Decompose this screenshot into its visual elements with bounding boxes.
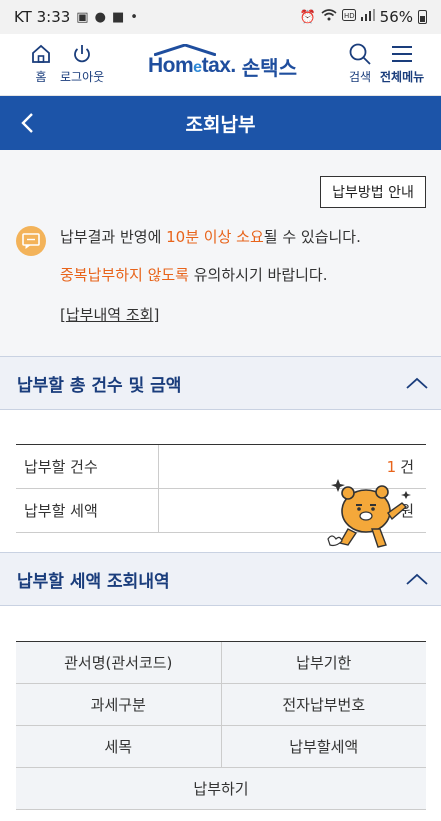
col-office-name: 관서명(관서코드) <box>64 654 173 672</box>
notice-line-2: 중복납부하지 않도록 유의하시기 바랍니다. <box>60 266 328 284</box>
home-button[interactable]: 홈 <box>28 42 54 85</box>
summary-count-label: 납부할 건수 <box>16 445 159 488</box>
home-label: 홈 <box>35 70 47 84</box>
battery-text: 56% <box>379 8 413 26</box>
logo-en: Hometax. <box>148 44 236 78</box>
messenger-icon: ● <box>94 9 106 25</box>
table-row: 세목 납부할세액 <box>16 726 426 768</box>
logo-kr: 손택스 <box>241 55 297 80</box>
search-icon <box>347 42 373 66</box>
detail-section-header[interactable]: 납부할 세액 조회내역 <box>0 552 441 606</box>
dot-icon: • <box>130 9 138 25</box>
summary-section-title: 납부할 총 건수 및 금액 <box>17 375 182 396</box>
page-title: 조회납부 <box>185 113 256 136</box>
payment-history-link[interactable]: [납부내역 조회] <box>60 304 159 325</box>
summary-amount-label: 납부할 세액 <box>16 489 159 532</box>
col-pay-action: 납부하기 <box>193 780 249 798</box>
battery-icon <box>418 10 427 24</box>
summary-section-header[interactable]: 납부할 총 건수 및 금액 <box>0 356 441 410</box>
full-menu-button[interactable]: 전체메뉴 <box>380 42 424 85</box>
full-menu-label: 전체메뉴 <box>380 70 425 84</box>
search-button[interactable]: 검색 <box>347 42 373 85</box>
hd-icon: HD <box>341 9 356 25</box>
col-tax-item: 세목 <box>104 738 133 756</box>
title-bar: 조회납부 <box>0 96 441 150</box>
chevron-left-icon <box>21 113 33 133</box>
home-icon <box>28 42 54 66</box>
table-row: 납부하기 <box>16 768 426 810</box>
hometax-logo[interactable]: Hometax. 손택스 <box>148 44 297 84</box>
col-e-payment-number: 전자납부번호 <box>220 684 427 725</box>
logout-button[interactable]: 로그아웃 <box>60 42 104 85</box>
status-bar: KT 3:33 ▣ ● ■ • ⏰ HD 56% <box>0 0 441 34</box>
signal-icon <box>360 9 375 25</box>
power-icon <box>69 42 95 66</box>
payment-method-button[interactable]: 납부방법 안내 <box>320 176 426 208</box>
app-header: 홈 로그아웃 Hometax. 손택스 검색 전체메뉴 <box>0 34 441 96</box>
col-tax-class: 과세구분 <box>90 696 146 714</box>
chevron-up-icon <box>406 377 428 389</box>
back-button[interactable] <box>14 109 42 137</box>
table-row: 관서명(관서코드) 납부기한 <box>16 642 426 684</box>
detail-section-title: 납부할 세액 조회내역 <box>17 571 170 592</box>
ryan-character-illustration <box>327 479 411 548</box>
detail-section-body: 관서명(관서코드) 납부기한 과세구분 전자납부번호 세목 납부할세액 납부하기 <box>0 606 441 821</box>
search-label: 검색 <box>348 70 372 84</box>
hamburger-icon <box>389 42 415 66</box>
notice-line-1: 납부결과 반영에 10분 이상 소요될 수 있습니다. <box>60 228 361 246</box>
table-row: 과세구분 전자납부번호 <box>16 684 426 726</box>
chevron-up-icon <box>406 573 428 585</box>
detail-table: 관서명(관서코드) 납부기한 과세구분 전자납부번호 세목 납부할세액 납부하기 <box>16 641 426 810</box>
wifi-icon <box>321 9 337 25</box>
message-icon: ■ <box>111 9 125 25</box>
chat-bubble-icon <box>16 226 46 256</box>
gallery-icon: ▣ <box>76 9 89 25</box>
alarm-icon: ⏰ <box>299 9 316 25</box>
logout-label: 로그아웃 <box>60 70 105 84</box>
col-due-date: 납부기한 <box>220 642 427 683</box>
notice-highlight-duplicate: 중복납부하지 않도록 <box>60 266 189 284</box>
notice-highlight-time: 10분 이상 소요 <box>166 228 264 246</box>
roof-icon <box>154 44 216 56</box>
col-tax-amount: 납부할세액 <box>220 726 427 767</box>
carrier-time: KT 3:33 <box>14 8 71 26</box>
svg-text:HD: HD <box>344 12 355 20</box>
